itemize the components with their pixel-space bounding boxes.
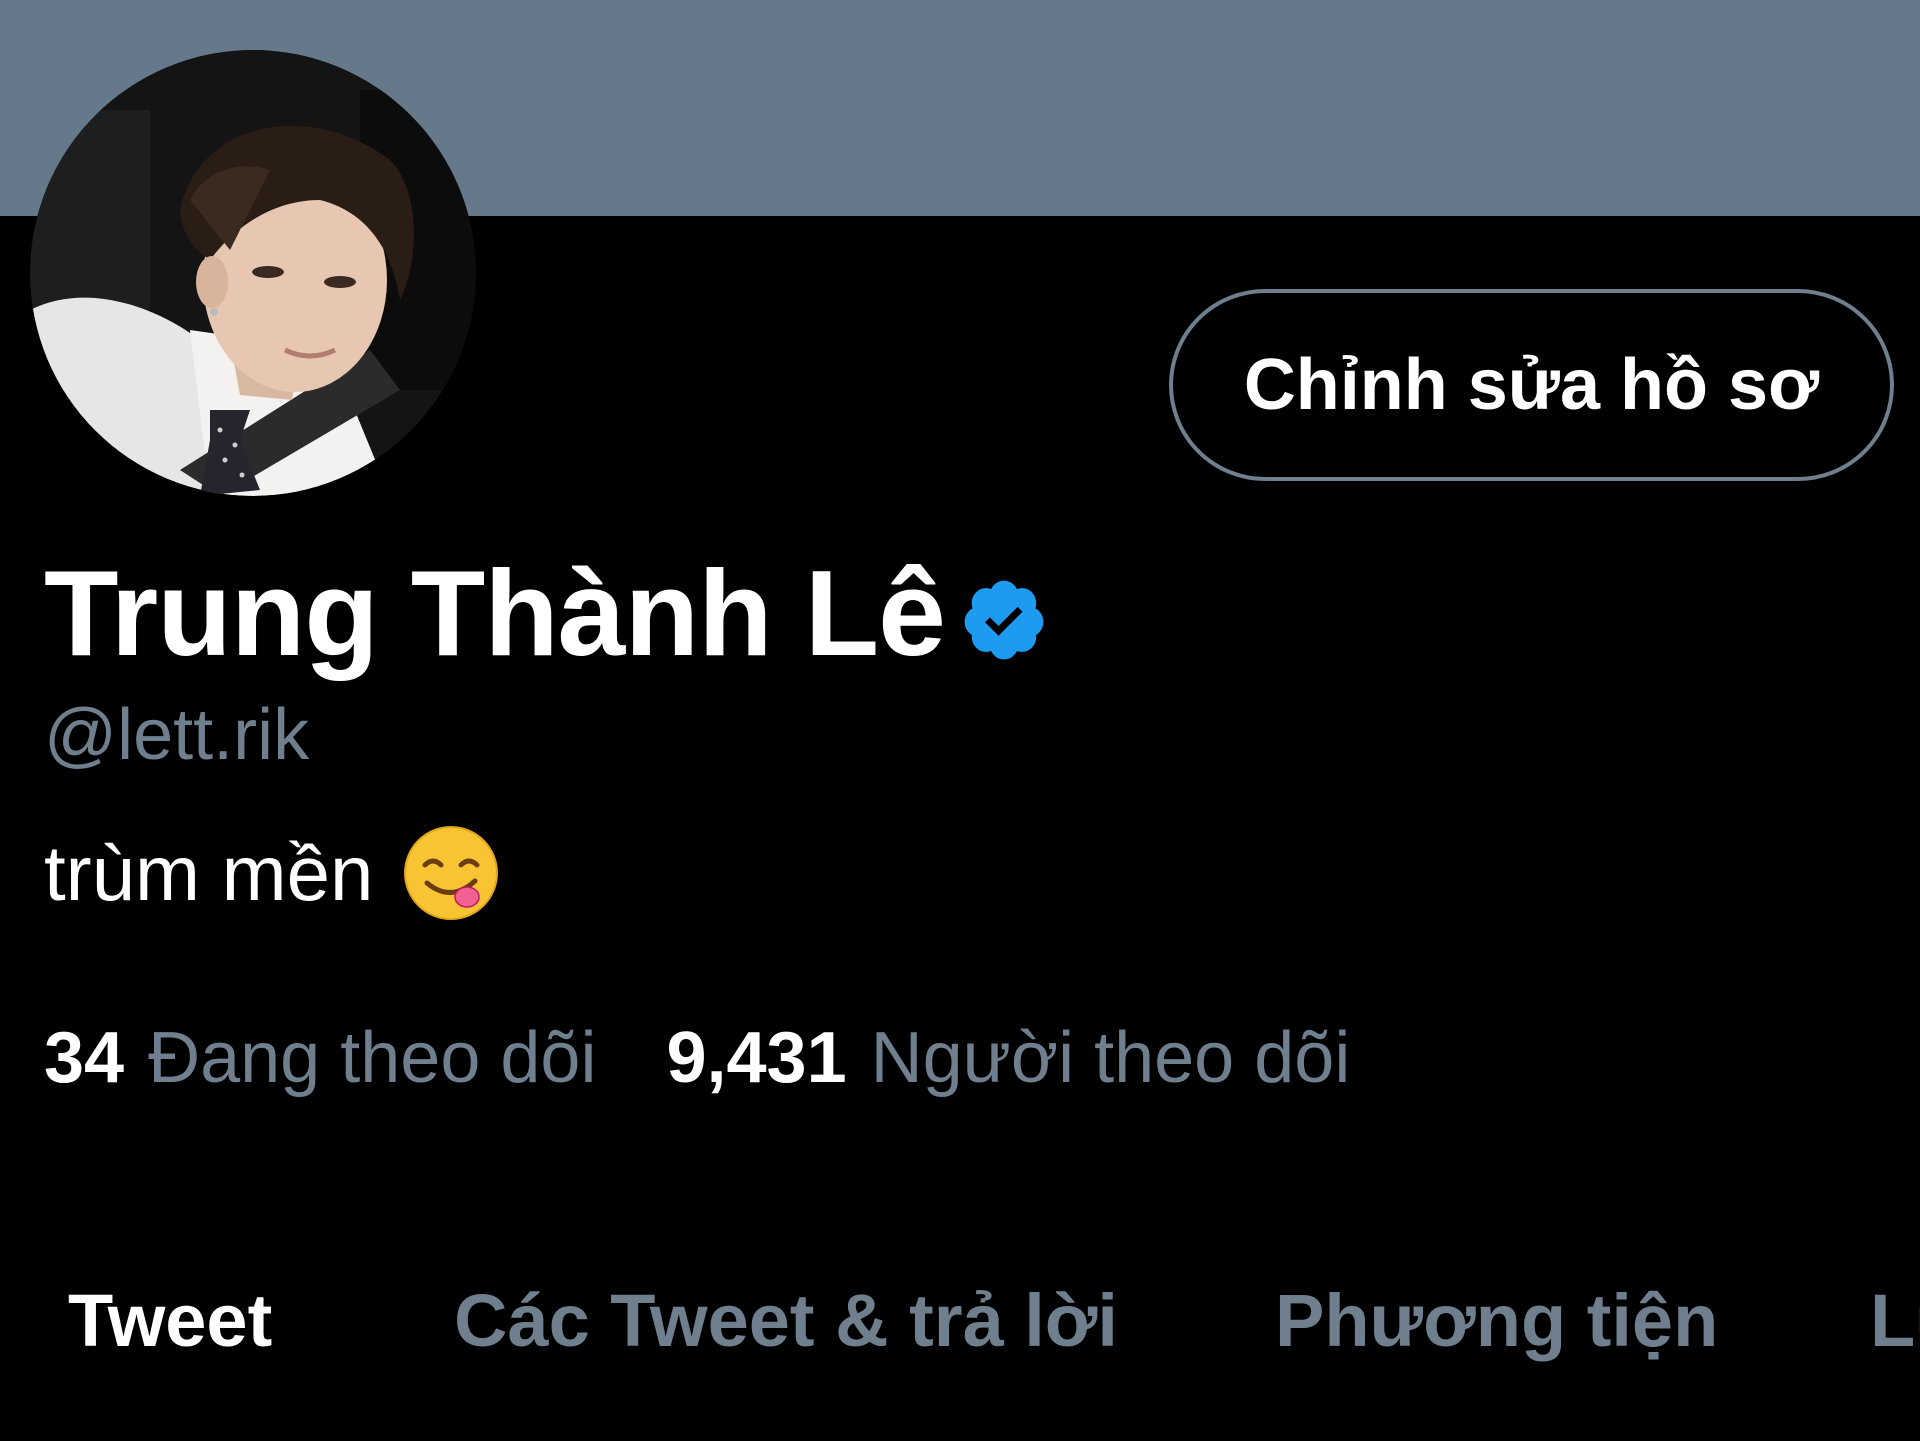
tab-likes[interactable]: Lượt thích: [1870, 1266, 1920, 1376]
following-count: 34: [44, 1018, 125, 1098]
tab-tweets[interactable]: Tweet: [68, 1266, 272, 1376]
followers-count: 9,431: [666, 1018, 847, 1098]
profile-avatar[interactable]: [30, 50, 476, 496]
username-handle: @lett.rik: [44, 695, 310, 775]
following-label: Đang theo dõi: [148, 1018, 597, 1098]
avatar-photo: [30, 50, 476, 496]
face-savoring-food-emoji-icon: [404, 826, 499, 920]
follow-stats: 34 Đang theo dõi 9,431 Người theo dõi: [44, 1010, 1350, 1106]
tab-media[interactable]: Phương tiện: [1275, 1266, 1718, 1376]
bio-text: trùm mền: [44, 828, 374, 917]
profile-tabs: Tweet Các Tweet & trả lời Phương tiện Lư…: [0, 1266, 1920, 1376]
verified-badge-icon: [964, 580, 1044, 660]
followers-label: Người theo dõi: [870, 1018, 1351, 1098]
profile-bio: trùm mền: [44, 818, 501, 928]
edit-profile-button[interactable]: Chỉnh sửa hồ sơ: [1169, 289, 1894, 481]
tab-tweets-and-replies[interactable]: Các Tweet & trả lời: [454, 1266, 1118, 1376]
followers-stat[interactable]: 9,431 Người theo dõi: [666, 1017, 1350, 1099]
display-name: Trung Thành Lê: [44, 545, 946, 681]
display-name-row: Trung Thành Lê: [44, 548, 1049, 678]
following-stat[interactable]: 34 Đang theo dõi: [44, 1017, 596, 1099]
